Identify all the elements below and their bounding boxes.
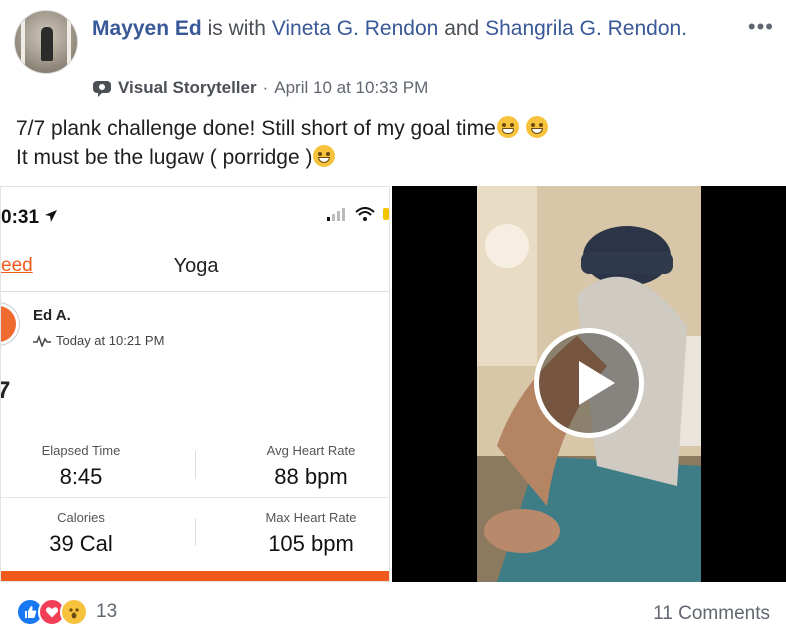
post-text-line: It must be the lugaw ( porridge ) (16, 143, 548, 172)
cut-off-text: 7 (1, 377, 10, 405)
activity-user-name: Ed A. (33, 307, 71, 324)
pulse-icon (33, 334, 51, 347)
signal-icon (327, 208, 345, 221)
wow-icon (60, 598, 88, 626)
reaction-count[interactable]: 13 (96, 601, 117, 623)
stat-elapsed-time: Elapsed Time 8:45 (41, 443, 121, 489)
post-body: 7/7 plank challenge done! Still short of… (16, 114, 548, 172)
accent-bar (1, 571, 389, 581)
reactions-summary[interactable]: 13 (16, 598, 117, 626)
user-avatar (1, 303, 19, 345)
post-timestamp[interactable]: April 10 at 10:33 PM (274, 78, 428, 98)
meta-separator: · (262, 78, 269, 97)
divider (1, 497, 389, 498)
stat-calories: Calories 39 Cal (49, 510, 113, 556)
video-thumbnail[interactable] (392, 186, 786, 582)
phone-status-time: 0:31 (1, 207, 58, 229)
comments-count-link[interactable]: 11 Comments (653, 603, 770, 625)
more-options-icon[interactable]: ••• (748, 14, 774, 40)
and-text: and (444, 17, 480, 40)
stat-avg-heart-rate: Avg Heart Rate 88 bpm (266, 443, 356, 489)
post-text-1: 7/7 plank challenge done! Still short of… (16, 117, 496, 140)
avatar-bg-column (67, 17, 71, 69)
divider (195, 451, 196, 479)
tagged-person-link[interactable]: Shangrila G. Rendon. (485, 17, 687, 40)
laughing-emoji-icon (313, 145, 336, 167)
phone-status-icons (327, 207, 389, 221)
divider (1, 291, 389, 292)
sweat-smile-emoji-icon (525, 116, 548, 138)
author-name-link[interactable]: Mayyen Ed (92, 17, 202, 40)
play-icon[interactable] (534, 328, 644, 438)
battery-icon (383, 208, 389, 220)
author-avatar[interactable] (14, 10, 78, 74)
visual-storyteller-badge-icon (93, 81, 111, 97)
grimacing-emoji-icon (496, 116, 519, 138)
post-header: Mayyen Ed is with Vineta G. Rendon and S… (92, 14, 712, 43)
photo-activity-screenshot[interactable]: 0:31 eed Yoga Ed A. Today at 10:21 PM 7 … (0, 186, 390, 582)
post-text-2: It must be the lugaw ( porridge ) (16, 146, 313, 169)
post-text-line: 7/7 plank challenge done! Still short of… (16, 114, 548, 143)
badge-label[interactable]: Visual Storyteller (118, 78, 257, 98)
activity-user-time: Today at 10:21 PM (33, 333, 164, 348)
stat-max-heart-rate: Max Heart Rate 105 bpm (265, 510, 357, 556)
post-meta: Visual Storyteller · April 10 at 10:33 P… (92, 78, 428, 98)
with-text: is with (207, 17, 266, 40)
avatar-bg-column (21, 17, 25, 69)
location-arrow-icon (45, 210, 58, 222)
wifi-icon (355, 207, 375, 221)
avatar-figure (41, 27, 53, 61)
activity-title: Yoga (173, 255, 219, 277)
tagged-person-link[interactable]: Vineta G. Rendon (272, 17, 439, 40)
divider (195, 518, 196, 546)
